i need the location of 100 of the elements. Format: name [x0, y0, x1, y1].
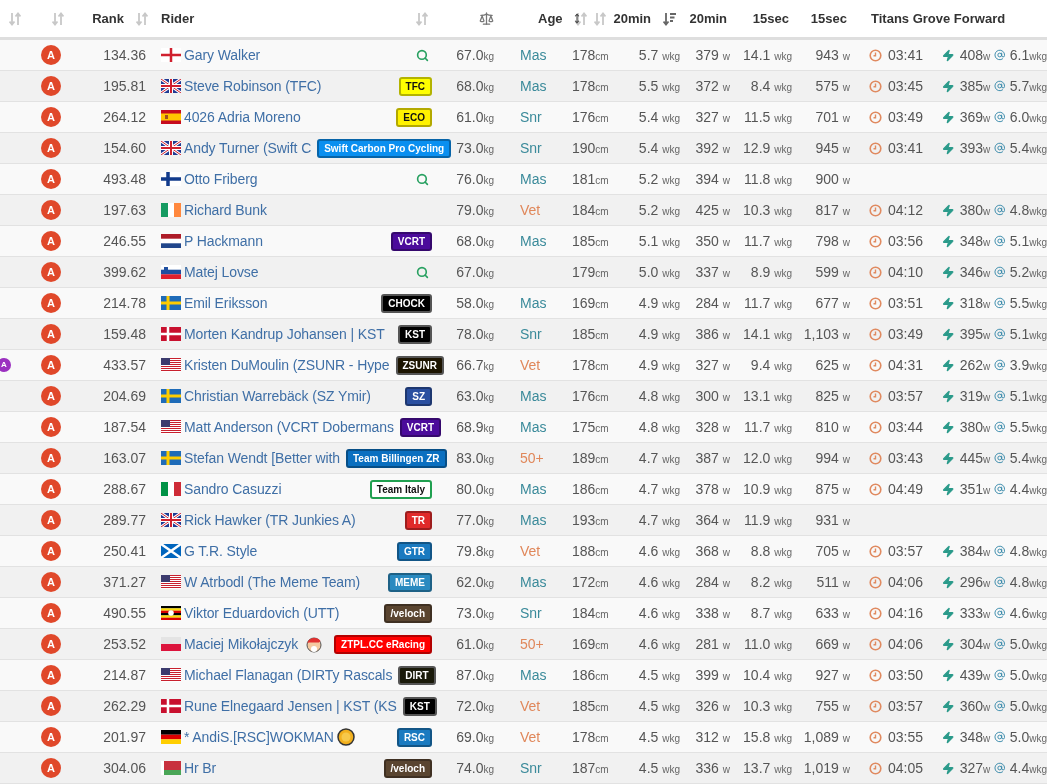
team-badge[interactable]: /veloch [383, 758, 432, 778]
sort-descending-icon[interactable] [663, 11, 677, 26]
column-header[interactable]: Rider [161, 8, 195, 29]
rider-link[interactable]: * AndiS.[RSC]WOKMAN [184, 726, 334, 748]
rider-link[interactable]: P Hackmann [184, 230, 263, 252]
age-category: Mas [520, 231, 547, 251]
rider-link[interactable]: Viktor Eduardovich (UTT) [184, 602, 340, 624]
power-cell-text: 10.3 wkg [743, 200, 792, 220]
rider-link[interactable]: Matej Lovse [184, 261, 259, 283]
at-icon [994, 204, 1006, 216]
rider-link[interactable]: Hr Br [184, 757, 217, 779]
age-category: Mas [520, 510, 547, 530]
team-badge[interactable]: DIRT [398, 665, 436, 685]
weight-cell-text: 68.0kg [456, 231, 494, 251]
height-cell-text: 189cm [572, 448, 609, 468]
weight-cell-text: 83.0kg [456, 448, 494, 468]
rider-link[interactable]: Kristen DuMoulin (ZSUNR - Hype [184, 354, 390, 376]
team-badge[interactable]: GTR [396, 541, 432, 561]
team-badge[interactable]: VCRT [399, 417, 442, 437]
category-badge: A [41, 324, 61, 344]
team-badge[interactable]: SZ [405, 386, 432, 406]
team-badge[interactable]: TFC [398, 76, 432, 96]
rider-link[interactable]: Morten Kandrup Johansen | KST [184, 323, 385, 345]
rider-link[interactable]: Richard Bunk [184, 199, 267, 221]
power-cell-text: 4.6 wkg [638, 572, 680, 592]
bolt-icon [942, 637, 955, 651]
rider-link[interactable]: Rick Hawker (TR Junkies A) [184, 509, 356, 531]
power-cell-text: 677 w [815, 293, 850, 313]
bolt-icon [942, 482, 955, 496]
rider-link[interactable]: Matt Anderson (VCRT Dobermans [184, 416, 394, 438]
segment-time: 04:31 [888, 355, 925, 375]
rider-link[interactable]: Rune Elnegaard Jensen | KST (KS [184, 695, 397, 717]
team-badge[interactable]: Team Italy [369, 479, 432, 499]
rider-link[interactable]: W Atrbodl (The Meme Team) [184, 571, 361, 593]
power-cell-text: 372 w [695, 76, 730, 96]
age-category: Mas [520, 76, 547, 96]
rider-link[interactable]: G T.R. Style [184, 540, 258, 562]
column-header[interactable]: 15sec [752, 8, 789, 29]
segment-time: 03:57 [888, 541, 925, 561]
category-badge: A [41, 293, 61, 313]
power-cell-text: 4.5 wkg [638, 758, 680, 778]
power-cell-text: 4.6 wkg [638, 603, 680, 623]
column-header[interactable]: 20min [613, 8, 651, 29]
rider-link[interactable]: Stefan Wendt [Better with [184, 447, 340, 469]
rank-cell-text: 163.07 [103, 448, 146, 468]
rider-link[interactable]: Emil Eriksson [184, 292, 268, 314]
column-header[interactable]: Rank [92, 8, 124, 29]
rank-cell-text: 159.48 [103, 324, 146, 344]
team-badge[interactable]: RSC [396, 727, 432, 747]
segment-time: 04:12 [888, 200, 925, 220]
team-badge[interactable]: KST [398, 324, 432, 344]
segment-wkg: 5.1wkg [1009, 233, 1047, 249]
rider-link[interactable]: Gary Walker [184, 44, 261, 66]
search-icon[interactable] [416, 48, 429, 62]
rider-link[interactable]: Michael Flanagan (DIRTy Rascals [184, 664, 393, 686]
rider-link[interactable]: Maciej Mikołajczyk [184, 633, 299, 655]
column-header[interactable]: 20min [689, 8, 727, 29]
segment-time: 03:50 [888, 665, 925, 685]
age-category: 50+ [520, 448, 544, 468]
team-badge[interactable]: /veloch [383, 603, 432, 623]
team-badge[interactable]: Team Billingen ZR [346, 448, 447, 468]
rider-link[interactable]: 4026 Adria Moreno [184, 106, 301, 128]
team-badge[interactable]: Swift Carbon Pro Cycling [317, 138, 452, 158]
power-cell-text: 338 w [695, 603, 730, 623]
segment-watts: 380w [959, 419, 991, 435]
sort-icon[interactable] [574, 11, 587, 26]
coin-icon [336, 728, 355, 746]
rank-cell-text: 250.41 [103, 541, 146, 561]
team-badge[interactable]: CHOCK [381, 293, 432, 313]
power-cell-text: 927 w [815, 665, 850, 685]
power-cell-text: 11.7 wkg [744, 293, 792, 313]
column-header[interactable]: Age [538, 8, 563, 29]
search-icon[interactable] [416, 265, 429, 279]
team-badge[interactable]: KST [402, 696, 437, 716]
rider-link[interactable]: Andy Turner (Swift C [184, 137, 312, 159]
rider-link[interactable]: Otto Friberg [184, 168, 258, 190]
weight-cell-text: 66.7kg [456, 355, 494, 375]
segment-wkg: 5.4wkg [1009, 450, 1047, 466]
category-badge: A [41, 355, 61, 375]
team-badge[interactable]: ZTPL.CC eRacing [334, 634, 432, 654]
power-cell-text: 14.1 wkg [743, 45, 792, 65]
at-icon [994, 49, 1006, 61]
team-badge[interactable]: ZSUNR [395, 355, 444, 375]
team-badge[interactable]: TR [404, 510, 432, 530]
power-cell-text: 5.5 wkg [638, 76, 680, 96]
power-cell-text: 9.4 wkg [750, 355, 792, 375]
height-cell-text: 178cm [572, 76, 609, 96]
rider-link[interactable]: Steve Robinson (TFC) [184, 75, 322, 97]
column-header[interactable]: 15sec [810, 8, 847, 29]
category-badge: A [41, 448, 61, 468]
rider-link[interactable]: Sandro Casuzzi [184, 478, 282, 500]
column-header[interactable]: Titans Grove Forward [871, 8, 1006, 29]
power-cell-text: 13.1 wkg [743, 386, 792, 406]
team-badge[interactable]: VCRT [390, 231, 432, 251]
search-icon[interactable] [416, 172, 429, 186]
rider-link[interactable]: Christian Warrebäck (SZ Ymir) [184, 385, 371, 407]
weight-cell-text: 68.0kg [456, 76, 494, 96]
height-cell-text: 187cm [572, 758, 609, 778]
team-badge[interactable]: MEME [388, 572, 432, 592]
team-badge[interactable]: ECO [396, 107, 432, 127]
